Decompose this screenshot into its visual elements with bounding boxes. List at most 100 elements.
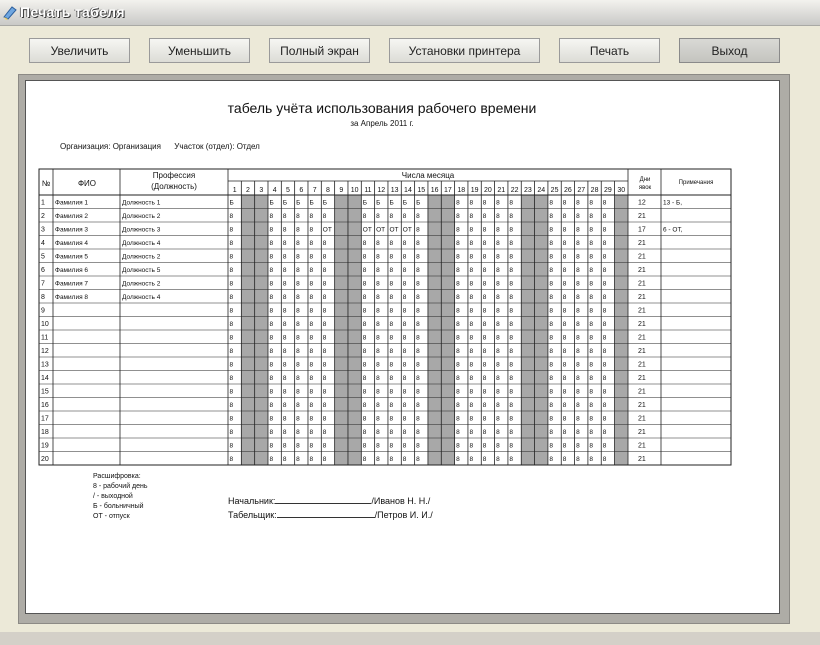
day-cell: 8 <box>363 281 367 288</box>
employee-position: Должность 2 <box>122 281 161 288</box>
day-cell: 8 <box>563 429 567 436</box>
status-strip <box>0 632 820 645</box>
day-cell: 8 <box>309 254 313 261</box>
day-cell: 8 <box>576 240 580 247</box>
day-number: 1 <box>233 187 237 194</box>
day-cell: 8 <box>363 362 367 369</box>
day-cell: 8 <box>323 429 327 436</box>
employee-position: Должность 3 <box>122 227 161 234</box>
day-cell: 8 <box>589 375 593 382</box>
day-cell: 8 <box>403 213 407 220</box>
day-cell: 8 <box>283 254 287 261</box>
day-cell: 8 <box>269 416 273 423</box>
day-cell: 8 <box>323 443 327 450</box>
day-cell: 8 <box>283 362 287 369</box>
day-cell: 8 <box>496 294 500 301</box>
day-cell: 8 <box>309 227 313 234</box>
day-cell: 8 <box>296 429 300 436</box>
employee-name: Фамилия 5 <box>55 254 88 261</box>
day-cell: 8 <box>230 348 234 355</box>
day-cell: 8 <box>309 375 313 382</box>
day-cell: 8 <box>603 240 607 247</box>
day-cell: 8 <box>603 443 607 450</box>
row-number: 20 <box>41 456 49 463</box>
day-cell: 8 <box>363 443 367 450</box>
day-cell: 8 <box>283 416 287 423</box>
day-cell: 8 <box>576 402 580 409</box>
day-cell: 8 <box>469 362 473 369</box>
signature-line <box>276 517 375 518</box>
day-cell: 8 <box>403 443 407 450</box>
legend-item: Б - больничный <box>93 503 144 510</box>
legend-item: 8 - рабочий день <box>93 483 148 490</box>
day-cell: Б <box>323 200 327 207</box>
day-number: 3 <box>259 187 263 194</box>
day-cell: 8 <box>496 227 500 234</box>
day-cell: 8 <box>549 429 553 436</box>
day-cell: 8 <box>549 416 553 423</box>
day-cell: 8 <box>416 213 420 220</box>
day-cell: 8 <box>296 294 300 301</box>
day-cell: 8 <box>589 456 593 463</box>
chief-name: /Иванов Н. Н./ <box>371 496 431 506</box>
day-number: 6 <box>299 187 303 194</box>
legend-title: Расшифровка: <box>93 473 141 480</box>
day-cell: 8 <box>389 321 393 328</box>
day-cell: 8 <box>309 402 313 409</box>
day-cell: 8 <box>469 402 473 409</box>
day-cell: 8 <box>456 416 460 423</box>
day-cell: 8 <box>563 348 567 355</box>
day-cell: 8 <box>456 348 460 355</box>
day-cell: 8 <box>230 389 234 396</box>
day-cell: 8 <box>389 416 393 423</box>
day-cell: 8 <box>549 389 553 396</box>
day-cell: 8 <box>323 375 327 382</box>
day-cell: 8 <box>296 227 300 234</box>
day-cell: 8 <box>283 348 287 355</box>
day-number: 28 <box>591 187 599 194</box>
day-cell: 8 <box>296 375 300 382</box>
day-cell: 8 <box>296 348 300 355</box>
day-cell: 8 <box>589 389 593 396</box>
day-cell: ОТ <box>403 227 412 234</box>
day-cell: 8 <box>563 321 567 328</box>
day-cell: 8 <box>603 362 607 369</box>
day-cell: 8 <box>589 213 593 220</box>
day-cell: 8 <box>576 267 580 274</box>
day-cell: 8 <box>376 402 380 409</box>
day-cell: 8 <box>389 389 393 396</box>
day-cell: 8 <box>589 348 593 355</box>
day-cell: 8 <box>483 267 487 274</box>
day-cell: 8 <box>323 335 327 342</box>
day-cell: 8 <box>603 254 607 261</box>
day-cell: 8 <box>323 348 327 355</box>
day-cell: 8 <box>269 254 273 261</box>
day-cell: 8 <box>563 200 567 207</box>
day-cell: 8 <box>576 213 580 220</box>
day-number: 10 <box>351 187 359 194</box>
day-cell: 8 <box>549 443 553 450</box>
day-cell: 8 <box>323 362 327 369</box>
day-cell: 8 <box>496 321 500 328</box>
day-cell: Б <box>363 200 367 207</box>
day-cell: 8 <box>563 335 567 342</box>
day-number: 27 <box>577 187 585 194</box>
day-cell: 8 <box>403 375 407 382</box>
day-cell: 8 <box>589 227 593 234</box>
header-work-days: Дни <box>640 177 651 183</box>
day-cell: 8 <box>456 227 460 234</box>
day-cell: 8 <box>269 213 273 220</box>
day-cell: 8 <box>549 254 553 261</box>
day-cell: 8 <box>416 281 420 288</box>
day-cell: 8 <box>496 240 500 247</box>
day-cell: 8 <box>563 456 567 463</box>
day-cell: 8 <box>230 416 234 423</box>
day-cell: 8 <box>469 281 473 288</box>
day-cell: 8 <box>589 335 593 342</box>
day-cell: 8 <box>269 389 273 396</box>
day-cell: 8 <box>483 375 487 382</box>
day-cell: 8 <box>416 402 420 409</box>
day-cell: 8 <box>576 308 580 315</box>
day-cell: 8 <box>563 416 567 423</box>
day-cell: 8 <box>496 375 500 382</box>
